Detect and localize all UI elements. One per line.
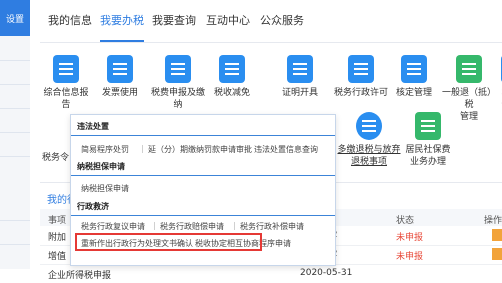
top-nav: 我的信息 我要办税 我要查询 互动中心 公众服务: [40, 0, 502, 43]
service-report[interactable]: 综合信息报告: [42, 55, 90, 111]
service-invoice[interactable]: 发票使用: [96, 55, 144, 99]
divider: [0, 60, 30, 61]
service-tax-relief[interactable]: 税收减免: [208, 55, 256, 99]
certificate-icon: [287, 55, 313, 83]
tab-my-info[interactable]: 我的信息: [48, 12, 92, 28]
group-divider: [71, 175, 335, 176]
invoice-icon: [107, 55, 133, 83]
menu-item-guarantee[interactable]: 纳税担保申请: [81, 183, 129, 194]
menu-item-violation-query[interactable]: 违法处置信息查询: [254, 144, 318, 155]
group-title-relief: 行政救济: [77, 202, 109, 211]
group-title-guarantee: 纳税担保申请: [77, 162, 125, 171]
service-insurance[interactable]: 居民社保费业务办理: [402, 112, 454, 168]
menu-separator: |: [141, 144, 144, 153]
tab-tax-handling[interactable]: 我要办税: [100, 12, 144, 28]
menu-separator: |: [153, 221, 156, 230]
menu-item-review[interactable]: 税务行政复议申请: [81, 221, 145, 232]
divider: [0, 84, 30, 85]
group-divider: [71, 135, 335, 136]
divider: [0, 132, 30, 133]
divider: [0, 108, 30, 109]
partial-service-label[interactable]: 税务令: [42, 150, 69, 163]
active-tab-indicator: [100, 40, 144, 42]
divider: [0, 220, 30, 221]
service-certificate[interactable]: 证明开具: [276, 55, 324, 99]
column-header: 状态: [396, 216, 415, 226]
left-sidebar: 设置: [0, 0, 30, 269]
action-button[interactable]: [492, 229, 502, 241]
column-header: 事项: [48, 216, 67, 226]
tax-declare-icon: [165, 55, 191, 83]
column-header: 操作: [484, 216, 502, 226]
refund-icon: [456, 55, 482, 83]
report-icon: [53, 55, 79, 83]
group-divider: [71, 215, 335, 216]
divider: [0, 244, 30, 245]
status-text: 未申报: [396, 252, 424, 262]
menu-item-subsidy[interactable]: 税务行政补偿申请: [240, 221, 304, 232]
table-row[interactable]: 企业所得税申报 2020-05-31: [40, 264, 502, 283]
group-title-violation: 违法处置: [77, 122, 109, 131]
shield-icon: [356, 112, 382, 140]
menu-separator: |: [247, 144, 250, 153]
insurance-icon: [415, 112, 441, 140]
tab-interaction[interactable]: 互动中心: [206, 12, 250, 28]
menu-item-compensation[interactable]: 税务行政赔偿申请: [160, 221, 224, 232]
status-text: 未申报: [396, 233, 424, 243]
service-permit[interactable]: 税务行政许可: [332, 55, 390, 99]
menu-item-simple-penalty[interactable]: 简易程序处罚: [81, 144, 129, 155]
service-dropdown-menu: 违法处置 简易程序处罚 | 延（分）期缴纳罚款申请审批 | 违法处置信息查询 纳…: [70, 114, 336, 266]
tax-relief-icon: [219, 55, 245, 83]
action-button[interactable]: [492, 248, 502, 260]
service-tax-declare[interactable]: 税费申报及缴纳: [148, 55, 208, 111]
menu-item-deferred-fine[interactable]: 延（分）期缴纳罚款申请审批: [148, 144, 252, 155]
tab-public-service[interactable]: 公众服务: [260, 12, 304, 28]
highlight-box: [75, 233, 262, 251]
menu-separator: |: [233, 221, 236, 230]
permit-icon: [348, 55, 374, 83]
divider: [0, 156, 30, 157]
service-assess[interactable]: 核定管理: [390, 55, 438, 99]
settings-button[interactable]: 设置: [0, 0, 30, 36]
service-refund-waiver[interactable]: 多缴退税与放弃退税事项: [336, 112, 402, 168]
tab-query[interactable]: 我要查询: [152, 12, 196, 28]
assess-icon: [401, 55, 427, 83]
